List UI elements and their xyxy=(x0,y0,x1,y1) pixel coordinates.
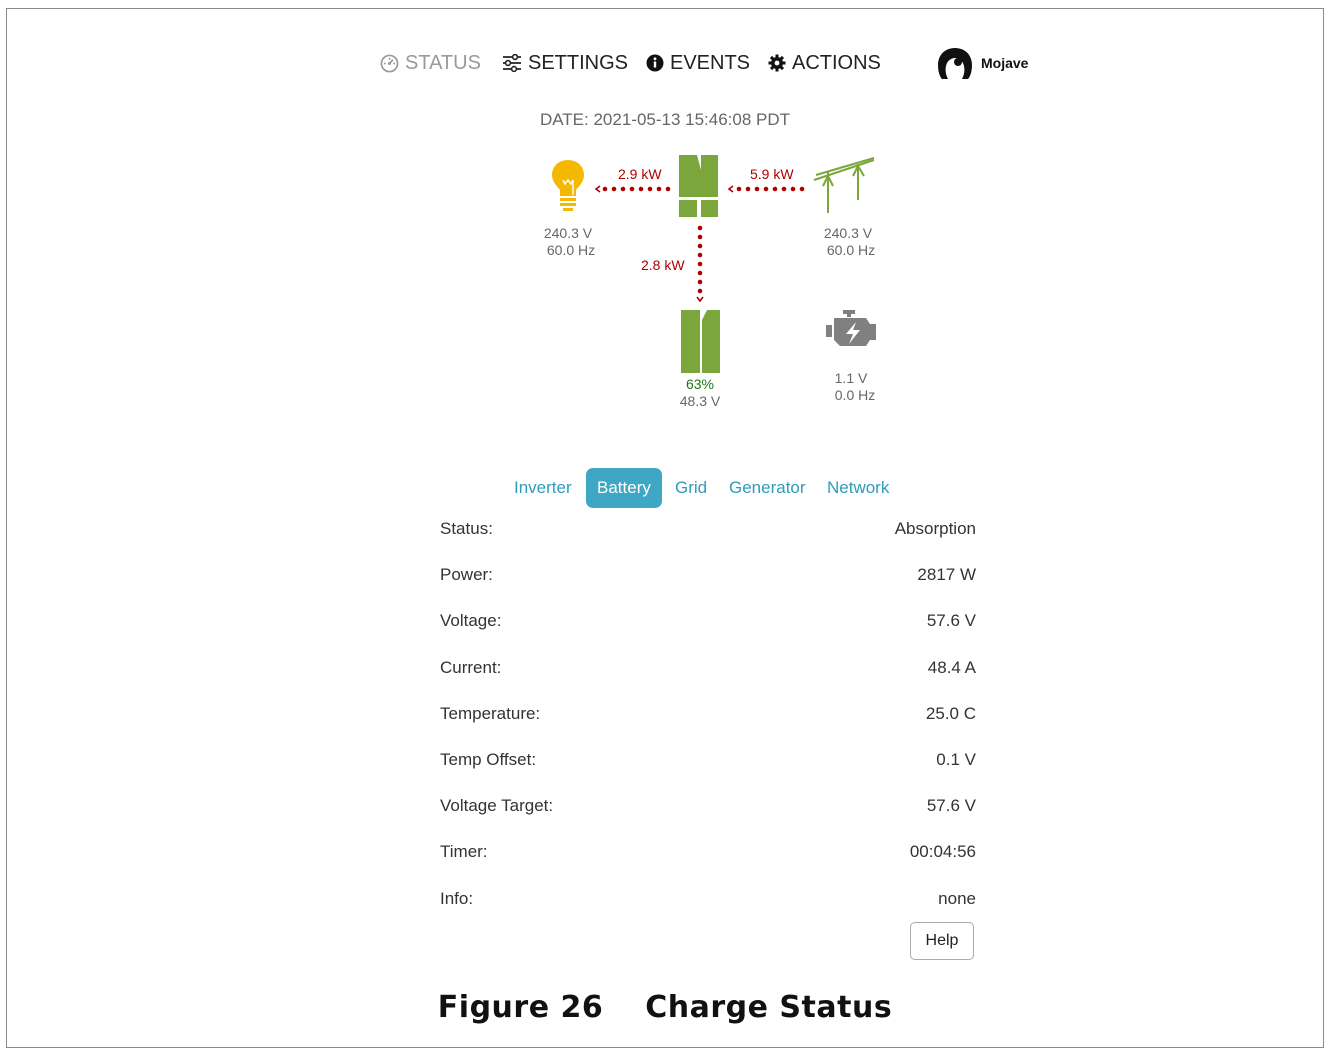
load-frequency: 60.0 Hz xyxy=(546,242,596,258)
detail-row-voltage: Voltage: 57.6 V xyxy=(440,604,976,650)
flow-grid-to-inverter xyxy=(727,185,805,193)
detail-label: Temperature: xyxy=(440,703,541,723)
help-button[interactable]: Help xyxy=(910,922,974,960)
grid-readout: 240.3 V 60.0 Hz xyxy=(806,225,890,259)
generator-frequency: 0.0 Hz xyxy=(834,387,876,403)
flow-label-grid: 5.9 kW xyxy=(750,166,794,182)
figure-title: Charge Status xyxy=(645,990,893,1025)
detail-row-current: Current: 48.4 A xyxy=(440,651,976,697)
detail-value: 25.0 C xyxy=(925,703,976,723)
grid-frequency: 60.0 Hz xyxy=(826,242,876,258)
detail-row-temp-offset: Temp Offset: 0.1 V xyxy=(440,743,976,789)
detail-label: Info: xyxy=(440,888,474,908)
battery-readout: 63% 48.3 V xyxy=(662,376,738,410)
tab-battery[interactable]: Battery xyxy=(586,468,662,508)
detail-row-power: Power: 2817 W xyxy=(440,558,976,604)
detail-label: Temp Offset: xyxy=(440,749,537,769)
load-readout: 240.3 V 60.0 Hz xyxy=(526,225,610,259)
tab-inverter[interactable]: Inverter xyxy=(503,468,583,508)
detail-value: 57.6 V xyxy=(926,796,976,816)
detail-row-status: Status: Absorption xyxy=(440,512,976,558)
detail-value: none xyxy=(938,888,976,908)
engine-icon xyxy=(826,310,876,346)
flow-inverter-to-battery xyxy=(696,225,704,303)
detail-row-info: Info: none xyxy=(440,882,976,928)
power-line-icon xyxy=(813,157,875,213)
detail-label: Status: xyxy=(440,519,493,538)
detail-label: Current: xyxy=(440,657,502,677)
detail-row-temperature: Temperature: 25.0 C xyxy=(440,697,976,743)
detail-value: 00:04:56 xyxy=(909,842,976,862)
battery-icon xyxy=(681,310,720,373)
detail-value: 2817 W xyxy=(917,565,976,585)
power-flow-diagram xyxy=(552,155,876,373)
flow-label-load: 2.9 kW xyxy=(618,166,662,182)
inverter-icon xyxy=(679,155,718,217)
tab-network[interactable]: Network xyxy=(816,468,900,508)
grid-voltage: 240.3 V xyxy=(823,225,873,241)
figure-number: Figure 26 xyxy=(437,990,604,1025)
detail-row-timer: Timer: 00:04:56 xyxy=(440,835,976,881)
battery-soc: 63% xyxy=(685,376,715,392)
generator-readout: 1.1 V 0.0 Hz xyxy=(818,370,892,404)
detail-value: 48.4 A xyxy=(927,657,976,677)
detail-value: Absorption xyxy=(894,519,976,538)
flow-inverter-to-load xyxy=(594,185,671,193)
flow-label-battery: 2.8 kW xyxy=(641,257,685,273)
detail-label: Voltage Target: xyxy=(440,796,554,816)
figure-caption: Figure 26 Charge Status xyxy=(0,990,1330,1025)
tab-grid[interactable]: Grid xyxy=(664,468,718,508)
detail-value: 57.6 V xyxy=(926,611,976,631)
detail-label: Voltage: xyxy=(440,611,502,631)
battery-details: Status: Absorption Power: 2817 W Voltage… xyxy=(440,512,976,928)
generator-voltage: 1.1 V xyxy=(834,370,868,386)
battery-voltage: 48.3 V xyxy=(679,393,721,409)
detail-label: Timer: xyxy=(440,842,488,862)
load-voltage: 240.3 V xyxy=(543,225,593,241)
detail-label: Power: xyxy=(440,565,493,585)
detail-tabs: Inverter Battery Grid Generator Network xyxy=(0,468,1330,508)
light-bulb-icon xyxy=(552,160,584,211)
detail-value: 0.1 V xyxy=(936,749,976,769)
detail-row-voltage-target: Voltage Target: 57.6 V xyxy=(440,789,976,835)
tab-generator[interactable]: Generator xyxy=(718,468,817,508)
